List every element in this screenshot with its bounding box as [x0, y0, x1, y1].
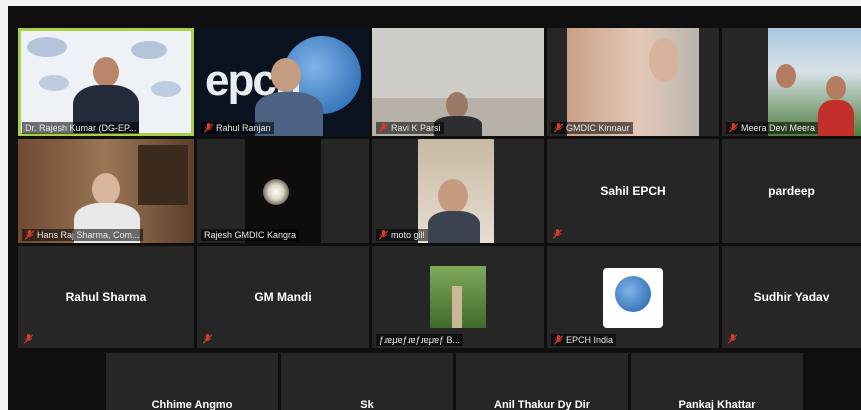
participant-name: moto gill	[391, 230, 425, 240]
person-head	[92, 173, 120, 205]
participant-name: Hans Raj Sharma, Com...	[37, 230, 140, 240]
mic-muted-icon	[554, 335, 563, 345]
participant-name: Meera Devi Meera	[741, 123, 816, 133]
video-tile-epch-india[interactable]: EPCH India	[547, 246, 719, 348]
video-tile-rahul-sharma[interactable]: Rahul Sharma	[18, 246, 194, 348]
mic-muted-icon	[25, 230, 34, 240]
participant-label: Rajesh GMDIC Kangra	[201, 229, 300, 241]
bookshelf	[138, 145, 188, 205]
video-tile-sahil-epch[interactable]: Sahil EPCH	[547, 139, 719, 243]
light-glare	[263, 179, 289, 205]
person-head	[826, 76, 846, 100]
participant-name: Sk	[360, 399, 374, 410]
participant-label: Ravi K Parsi	[376, 122, 444, 134]
participant-label: ƒɹɐɟɹɐƒɹɐƒɹɐɟɹɐƒ B...	[376, 334, 464, 346]
video-feed	[18, 139, 194, 243]
participant-label: Dr. Rajesh Kumar (DG-EP...	[22, 122, 140, 134]
backdrop-logo-icon	[131, 41, 167, 59]
participant-name: Rahul Ranjan	[216, 123, 271, 133]
participant-name: Chhime Angmo	[151, 399, 233, 410]
video-tile-rajesh-kumar[interactable]: Dr. Rajesh Kumar (DG-EP...	[18, 28, 194, 136]
person-head	[776, 64, 796, 88]
person-head	[271, 58, 301, 92]
participant-label: EPCH India	[551, 334, 617, 346]
participant-name: EPCH India	[566, 335, 614, 345]
video-feed	[245, 139, 321, 243]
video-tile-rajesh-gmdic-kangra[interactable]: Rajesh GMDIC Kangra	[197, 139, 369, 243]
mic-muted-icon	[728, 334, 737, 344]
participant-label: GMDIC Kinnaur	[551, 122, 633, 134]
mic-muted-icon	[729, 123, 738, 133]
video-tile-gm-mandi[interactable]: GM Mandi	[197, 246, 369, 348]
backdrop-logo-icon	[151, 81, 181, 97]
participant-label: Hans Raj Sharma, Com...	[22, 229, 143, 241]
mic-muted-icon	[379, 230, 388, 240]
mic-muted-icon	[24, 334, 33, 344]
video-tile-profile-picture-user[interactable]: ƒɹɐɟɹɐƒɹɐƒɹɐɟɹɐƒ B...	[372, 246, 544, 348]
video-tile-pardeep[interactable]: pardeep	[722, 139, 861, 243]
participant-name: Rajesh GMDIC Kangra	[204, 230, 297, 240]
profile-picture	[430, 266, 486, 328]
participant-name: Rahul Sharma	[65, 290, 147, 304]
video-feed	[21, 31, 191, 133]
person-head	[93, 57, 119, 87]
person-head	[649, 38, 679, 82]
video-tile-hans-raj-sharma[interactable]: Hans Raj Sharma, Com...	[18, 139, 194, 243]
participant-name: Dr. Rajesh Kumar (DG-EP...	[25, 123, 137, 133]
participant-name: Sudhir Yadav	[753, 290, 830, 304]
profile-picture	[603, 268, 663, 328]
participant-name: Sahil EPCH	[600, 184, 666, 198]
video-tile-ravi-parsi[interactable]: Ravi K Parsi	[372, 28, 544, 136]
backdrop-logo-icon	[27, 37, 67, 57]
person-head	[438, 179, 468, 213]
video-feed	[372, 28, 544, 136]
video-feed: epch	[197, 28, 369, 136]
participant-name: Anil Thakur Dy Dir	[494, 399, 590, 410]
mic-muted-icon	[203, 334, 212, 344]
mic-muted-icon	[554, 123, 563, 133]
participant-name: GMDIC Kinnaur	[566, 123, 630, 133]
mic-muted-icon	[553, 229, 562, 239]
video-tile-anil-thakur[interactable]: Anil Thakur Dy Dir	[456, 353, 628, 410]
mic-muted-icon	[379, 123, 388, 133]
video-tile-sk[interactable]: Sk	[281, 353, 453, 410]
video-tile-rahul-ranjan[interactable]: epch Rahul Ranjan	[197, 28, 369, 136]
participant-name: GM Mandi	[254, 290, 312, 304]
video-tile-sudhir-yadav[interactable]: Sudhir Yadav	[722, 246, 861, 348]
person-head	[446, 92, 468, 118]
participant-name: Pankaj Khattar	[678, 399, 756, 410]
video-tile-meera-devi[interactable]: Meera Devi Meera	[722, 28, 861, 136]
participant-name: ƒɹɐɟɹɐƒɹɐƒɹɐɟɹɐƒ B...	[379, 335, 461, 345]
globe-logo-icon	[615, 276, 651, 312]
participant-name: pardeep	[768, 184, 815, 198]
mic-muted-icon	[204, 123, 213, 133]
backdrop-logo-icon	[39, 75, 69, 91]
garden-path	[452, 286, 462, 328]
video-tile-pankaj-khattar[interactable]: Pankaj Khattar	[631, 353, 803, 410]
person-body	[818, 100, 854, 136]
video-feed	[768, 28, 861, 136]
video-tile-gmdic-kinnaur[interactable]: GMDIC Kinnaur	[547, 28, 719, 136]
video-feed	[418, 139, 494, 243]
video-tile-moto-gill[interactable]: moto gill	[372, 139, 544, 243]
participant-name: Ravi K Parsi	[391, 123, 441, 133]
video-tile-chhime-angmo[interactable]: Chhime Angmo	[106, 353, 278, 410]
video-gallery: Dr. Rajesh Kumar (DG-EP... epch Rahul Ra…	[8, 6, 861, 410]
participant-label: moto gill	[376, 229, 428, 241]
participant-label: Meera Devi Meera	[726, 122, 819, 134]
person-body	[428, 211, 480, 243]
participant-label: Rahul Ranjan	[201, 122, 274, 134]
video-feed	[567, 28, 699, 136]
